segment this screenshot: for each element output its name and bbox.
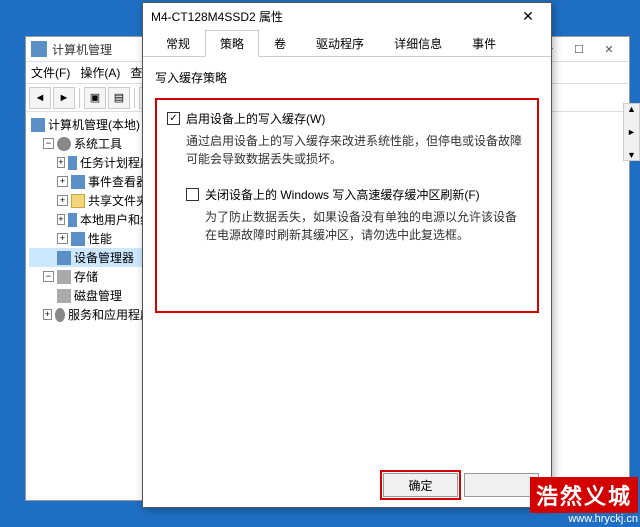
cancel-button[interactable] [464,473,539,497]
perf-icon [71,232,85,246]
expand-icon[interactable]: + [57,214,65,225]
expand-icon[interactable]: + [57,195,68,206]
menu-action[interactable]: 操作(A) [80,64,120,81]
tab-volumes[interactable]: 卷 [259,30,301,57]
tab-content: 写入缓存策略 启用设备上的写入缓存(W) 通过启用设备上的写入缓存来改进系统性能… [143,57,551,335]
collapse-icon[interactable]: − [43,271,54,282]
properties-dialog: M4-CT128M4SSD2 属性 ✕ 常规 策略 卷 驱动程序 详细信息 事件… [142,2,552,508]
right-scrollbar[interactable]: ▲ ► ▼ [623,103,640,161]
mgmt-app-icon [31,41,47,57]
tree-scheduler[interactable]: +任务计划程序 [29,153,152,172]
tree-devmgr[interactable]: 设备管理器 [29,248,152,267]
tree-perf[interactable]: +性能 [29,229,152,248]
tools-icon [57,137,71,151]
expand-icon[interactable]: + [57,157,65,168]
expand-icon[interactable]: + [57,233,68,244]
ok-button[interactable]: 确定 [383,473,458,497]
computer-icon [31,118,45,132]
disable-buffer-flush-label: 关闭设备上的 Windows 写入高速缓存缓冲区刷新(F) [205,186,480,203]
tree-root[interactable]: 计算机管理(本地) [29,115,152,134]
enable-write-cache-checkbox[interactable] [167,112,180,125]
users-icon [68,213,77,227]
tree-services[interactable]: +服务和应用程序 [29,305,152,324]
clock-icon [68,156,77,170]
scroll-up-icon[interactable]: ▲ [627,104,636,114]
tab-policies[interactable]: 策略 [205,30,259,57]
tree-users[interactable]: +本地用户和组 [29,210,152,229]
devmgr-icon [57,251,71,265]
storage-icon [57,270,71,284]
toolbar-back-button[interactable]: ◄ [29,87,51,109]
mgmt-close-button[interactable]: ✕ [594,38,624,60]
enable-write-cache-label: 启用设备上的写入缓存(W) [186,110,325,127]
tabs-row: 常规 策略 卷 驱动程序 详细信息 事件 [143,30,551,57]
toolbar-forward-button[interactable]: ► [53,87,75,109]
toolbar-up-button[interactable]: ▣ [84,87,106,109]
tree-systools[interactable]: −系统工具 [29,134,152,153]
tab-details[interactable]: 详细信息 [379,30,457,57]
disable-buffer-flush-checkbox[interactable] [186,188,199,201]
disable-buffer-flush-desc: 为了防止数据丢失，如果设备没有单独的电源以允许该设备在电源故障时刷新其缓冲区，请… [205,208,527,244]
tree-eventviewer[interactable]: +事件查看器 [29,172,152,191]
props-close-button[interactable]: ✕ [513,6,543,28]
folder-icon [71,194,85,208]
props-titlebar[interactable]: M4-CT128M4SSD2 属性 ✕ [143,3,551,30]
tree-storage[interactable]: −存储 [29,267,152,286]
menu-file[interactable]: 文件(F) [31,64,70,81]
disk-icon [57,289,71,303]
groupbox-title: 写入缓存策略 [155,69,539,86]
tab-events[interactable]: 事件 [457,30,511,57]
event-icon [71,175,85,189]
expand-icon[interactable]: + [57,176,68,187]
write-cache-groupbox: 启用设备上的写入缓存(W) 通过启用设备上的写入缓存来改进系统性能，但停电或设备… [155,98,539,313]
mgmt-maximize-button[interactable]: ☐ [564,38,594,60]
enable-write-cache-desc: 通过启用设备上的写入缓存来改进系统性能，但停电或设备故障可能会导致数据丢失或损坏… [186,132,527,168]
tab-general[interactable]: 常规 [151,30,205,57]
tree-diskmgmt[interactable]: 磁盘管理 [29,286,152,305]
menu-view[interactable]: 查 [130,64,142,81]
services-icon [55,308,65,322]
collapse-icon[interactable]: − [43,138,54,149]
tab-driver[interactable]: 驱动程序 [301,30,379,57]
scroll-right-icon[interactable]: ► [627,127,636,137]
scroll-down-icon[interactable]: ▼ [627,150,636,160]
watermark-url: www.hryckj.cn [530,513,638,525]
tree-shared[interactable]: +共享文件夹 [29,191,152,210]
expand-icon[interactable]: + [43,309,52,320]
props-title: M4-CT128M4SSD2 属性 [151,8,513,25]
tree-panel: 计算机管理(本地) −系统工具 +任务计划程序 +事件查看器 +共享文件夹 +本… [26,112,156,500]
toolbar-props-button[interactable]: ▤ [108,87,130,109]
